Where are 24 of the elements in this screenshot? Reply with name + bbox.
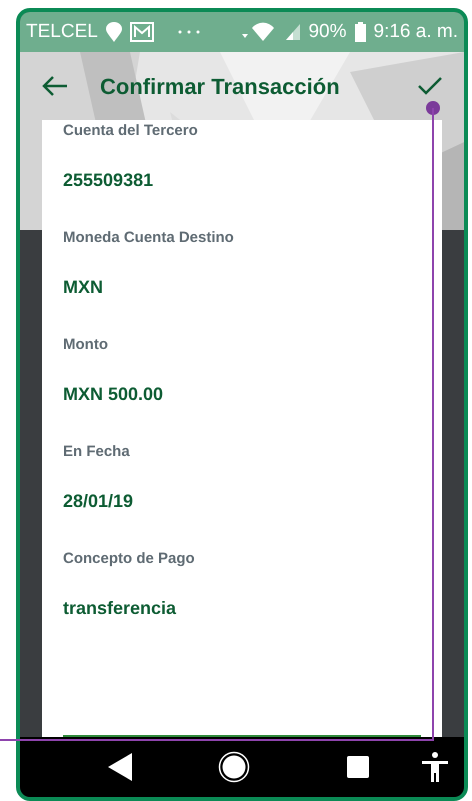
mail-icon — [130, 22, 154, 42]
back-triangle-icon[interactable] — [108, 753, 132, 781]
carrier-name: TELCEL — [26, 20, 98, 44]
field-value: transferencia — [63, 597, 178, 619]
screen-title: Confirmar Transacción — [100, 72, 340, 100]
battery-level: 90% — [308, 20, 346, 44]
location-pin-icon — [106, 22, 122, 42]
field-label: Cuenta del Tercero — [63, 122, 199, 140]
field-label: Concepto de Pago — [63, 550, 196, 568]
battery-icon — [354, 22, 366, 42]
field-label: En Fecha — [63, 443, 131, 461]
accessibility-icon[interactable] — [422, 752, 448, 782]
back-arrow-icon[interactable] — [42, 75, 68, 97]
field-value: 28/01/19 — [63, 490, 134, 512]
checkmark-icon[interactable] — [418, 77, 442, 95]
field-value: MXN — [63, 276, 104, 298]
home-circle-icon[interactable] — [218, 751, 250, 783]
signal-icon — [286, 24, 300, 40]
more-dots-icon — [178, 30, 200, 34]
field-label: Moneda Cuenta Destino — [63, 229, 235, 247]
field-label: Monto — [63, 336, 109, 354]
clock-time: 9:16 a. m. — [374, 20, 458, 44]
field-value: MXN 500.00 — [63, 383, 164, 405]
field-value: 255509381 — [63, 169, 154, 191]
